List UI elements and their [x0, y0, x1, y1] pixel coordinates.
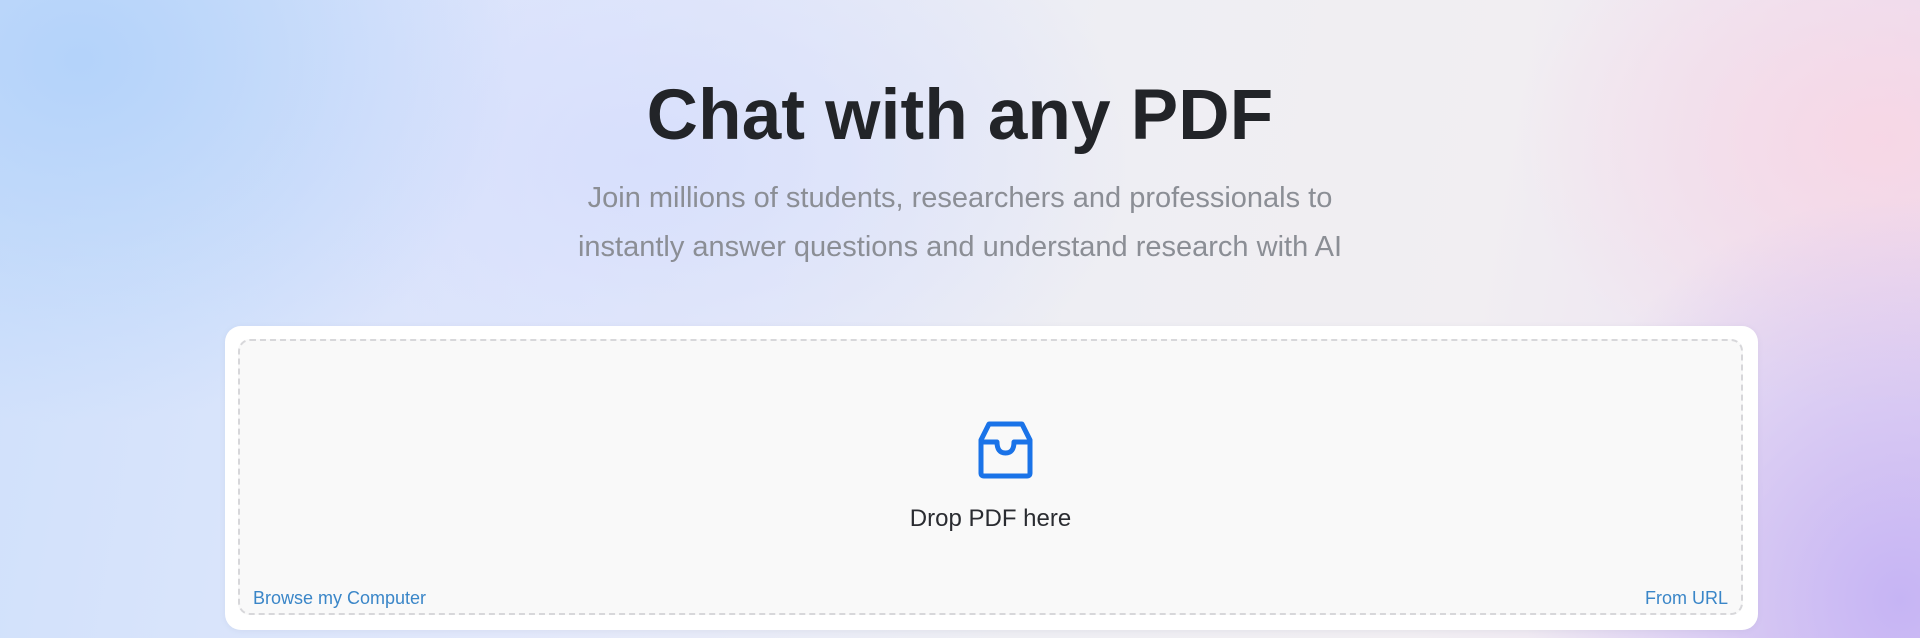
page-title: Chat with any PDF — [646, 76, 1274, 155]
drop-pdf-label: Drop PDF here — [909, 505, 1072, 532]
from-url-link[interactable]: From URL — [1645, 587, 1728, 609]
pdf-dropzone[interactable]: Drop PDF here Browse my Computer From UR… — [238, 339, 1743, 615]
inbox-icon — [978, 421, 1033, 479]
browse-computer-link[interactable]: Browse my Computer — [253, 587, 426, 609]
page-subtitle: Join millions of students, researchers a… — [577, 182, 1343, 263]
upload-card: Drop PDF here Browse my Computer From UR… — [225, 326, 1758, 630]
